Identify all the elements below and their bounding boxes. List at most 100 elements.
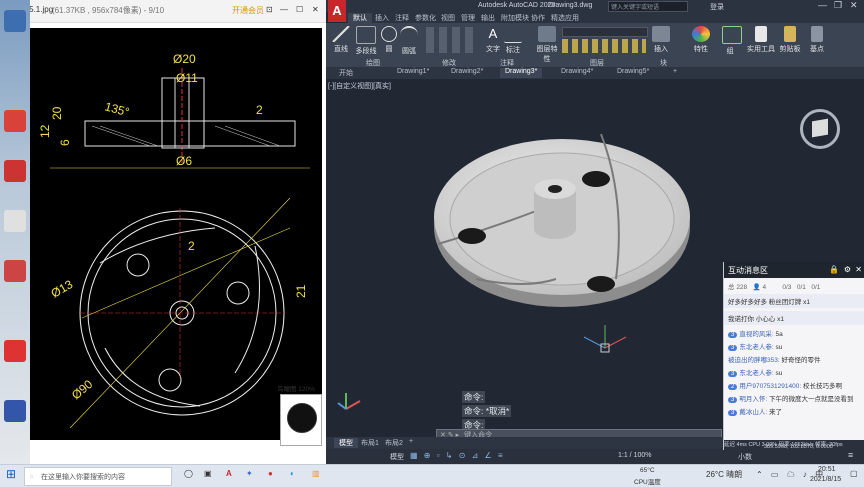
chat-username[interactable]: 东北老人参: [739,344,773,351]
insert-icon [652,26,670,42]
gift-row: 好多好多好多 粉丝团灯牌 x1 [724,294,864,308]
clock-time[interactable]: 20:51 [818,466,836,473]
line-button[interactable]: 直线 [330,26,352,54]
layer-tools[interactable] [562,39,646,53]
desktop-icon[interactable] [4,260,26,282]
status-drafting-toggles[interactable]: ▦ ⊕ ▫ ↳ ⊙ ⊿ ∠ ≡ [410,451,505,460]
circle-button[interactable]: 圆 [380,26,398,54]
taskbar-search-box[interactable]: ⌕ 在这里输入你要搜索的内容 [24,467,172,486]
chat-username[interactable]: 被迫出的胖嘟353: [728,357,780,364]
edge-taskbar-icon[interactable]: ◐ [290,469,295,478]
help-search-input[interactable]: 键入关键字或短语 [608,1,688,12]
doc-tab-start[interactable]: 开始 [334,68,358,78]
new-tab-button[interactable]: + [668,68,682,78]
arc-button[interactable]: 圆弧 [400,26,418,56]
stat-viewers: 228 [736,284,748,291]
viewcube-icon[interactable] [800,109,840,149]
doc-tab-drawing1[interactable]: Drawing1* [392,68,434,78]
drawing-image: Ø20 Ø11 135° 2 20 12 6 Ø6 2 Ø13 21 Ø90 [30,28,322,440]
close-icon[interactable]: ✕ [312,5,319,14]
dim-angle-135: 135° [103,99,131,119]
status-units[interactable]: 小数 [738,452,752,462]
taskbar-app-icon[interactable]: ● [268,469,273,478]
taskbar-app-icon[interactable]: ▥ [312,469,320,478]
basepoint-icon [811,26,823,42]
chat-lock-icon[interactable]: 🔒 [829,265,839,274]
window-restore-icon[interactable]: ❐ [834,0,842,11]
polyline-button[interactable]: 多段线 [354,26,378,56]
utilities-label: 实用工具 [747,46,775,53]
desktop-icon[interactable] [4,110,26,132]
chat-username[interactable]: 东北老人参: [739,370,773,377]
weather-widget[interactable]: 26°C 晴朗 [706,469,742,480]
task-view-icon[interactable]: ◯ [184,469,193,478]
minimize-icon[interactable]: — [280,5,288,14]
chat-text: 5a [775,331,783,338]
group-button[interactable]: 组 [722,26,742,56]
window-close-icon[interactable]: ✕ [850,0,858,11]
ribbon-tabs: 默认 插入 注释 参数化 视图 管理 输出 附加模块 协作 精选应用 [346,12,864,23]
layer-properties-button[interactable]: 图层特性 [536,26,558,64]
doc-tab-drawing4[interactable]: Drawing4* [556,68,598,78]
vip-badge[interactable]: 开通会员 [232,5,264,16]
utilities-button[interactable]: 实用工具 [746,26,776,54]
start-button[interactable]: ⊞ [6,467,16,481]
chat-username[interactable]: 直视的风采: [739,331,773,338]
dimension-button[interactable]: 标注 [504,26,522,55]
taskbar-app-icon[interactable]: ✦ [246,469,253,478]
dimension-label: 标注 [506,47,520,54]
layout-tab-model[interactable]: 模型 [334,438,358,448]
desktop-icon[interactable] [4,400,26,422]
dim-2-top: 2 [256,103,263,117]
level-badge: 3 [728,371,738,377]
chat-close-icon[interactable]: ✕ [855,265,862,274]
dim-dia-90: Ø90 [69,377,96,403]
maximize-icon[interactable]: ☐ [296,5,303,14]
status-coordinates: 389.5968, 102.8570, 0.0000 [764,444,833,450]
doc-tab-drawing5[interactable]: Drawing5* [612,68,654,78]
ribbon-tab-featured[interactable]: 精选应用 [546,13,584,23]
ribbon-tab-home[interactable]: 默认 [348,13,372,23]
chat-message: 2 用户9707531291400: 校长技巧多啊 [724,380,864,390]
add-layout-button[interactable]: + [404,438,418,448]
layer-dropdown[interactable] [562,27,648,37]
viewcube-face[interactable] [812,118,828,138]
desktop-icon[interactable] [4,160,26,182]
pin-icon[interactable]: ⊡ [266,5,273,14]
window-minimize-icon[interactable]: — [818,0,827,10]
footer-latency: 延迟 4ms [724,442,747,448]
stat-online: 4 [762,284,767,291]
basepoint-button[interactable]: 基点 [806,26,828,54]
status-annotation-scale[interactable]: 1:1 / 100% [618,452,651,459]
notification-icon[interactable]: ▢ [850,469,858,478]
clipboard-button[interactable]: 剪贴板 [778,26,802,54]
birdseye-preview [287,403,317,433]
ribbon-panel: 直线 多段线 圆 圆弧 A 文字 标注 图层特性 插入 特性 组 实用工具 剪贴板… [326,23,864,68]
chat-message: 被迫出的胖嘟353: 好奇怪的零件 [724,354,864,364]
insert-button[interactable]: 插入 [652,26,670,54]
birdseye-thumbnail[interactable]: 鸟瞰图 120% [277,386,322,446]
desktop-icon[interactable] [4,10,26,32]
clock-date[interactable]: 2021/8/15 [810,476,841,483]
taskbar-search-placeholder: 在这里输入你要搜索的内容 [41,474,125,481]
autocad-logo-icon[interactable]: A [328,0,346,22]
text-button[interactable]: A 文字 [484,26,502,54]
desktop-icon[interactable] [4,210,26,232]
doc-tab-drawing3[interactable]: Drawing3* [500,68,543,78]
modify-tools[interactable] [426,27,478,53]
chat-username[interactable]: 戴冰山人: [739,409,767,416]
doc-tab-drawing2[interactable]: Drawing2* [446,68,488,78]
chat-settings-icon[interactable]: ⚙ [844,265,851,274]
autocad-taskbar-icon[interactable]: A [226,469,232,478]
properties-button[interactable]: 特性 [692,26,710,54]
chat-username[interactable]: 明月入怀: [739,396,767,403]
level-badge: 3 [728,332,738,338]
status-bar: 模型 ▦ ⊕ ▫ ↳ ⊙ ⊿ ∠ ≡ 1:1 / 100% 小数 ≡ [326,449,864,464]
taskbar-app-icon[interactable]: ▣ [204,469,212,478]
login-button[interactable]: 登录 [710,2,724,12]
basepoint-label: 基点 [810,46,824,53]
status-menu-icon[interactable]: ≡ [848,450,853,460]
chat-username[interactable]: 用户9707531291400: [739,383,801,390]
status-model-toggle[interactable]: 模型 [390,452,404,462]
desktop-icon[interactable] [4,340,26,362]
